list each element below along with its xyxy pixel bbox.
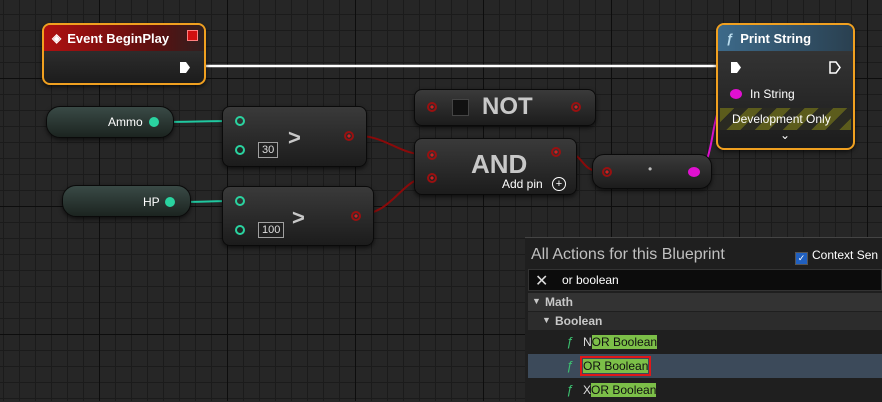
- context-sensitive-label: Context Sen: [812, 248, 879, 262]
- search-value[interactable]: or boolean: [562, 273, 619, 287]
- hp-label: HP: [143, 195, 160, 209]
- ammo-variable-node[interactable]: Ammo: [46, 106, 174, 138]
- action-or-boolean[interactable]: ƒ OR Boolean: [528, 354, 882, 378]
- category-math-label: Math: [545, 295, 573, 309]
- print-title: Print String: [740, 30, 812, 46]
- add-pin-label[interactable]: Add pin: [502, 177, 543, 191]
- category-boolean-label: Boolean: [555, 314, 603, 328]
- chevron-down-icon[interactable]: ⌄: [780, 128, 790, 142]
- in-string-label: In String: [750, 87, 795, 101]
- context-sensitive-toggle[interactable]: ✓ Context Sen: [795, 248, 878, 265]
- not-node[interactable]: NOT: [414, 89, 596, 126]
- ammo-label: Ammo: [108, 115, 143, 129]
- greater-than-node-2[interactable]: 100 >: [222, 186, 374, 246]
- cmp2-operator: >: [292, 205, 305, 230]
- function-icon: ƒ: [566, 334, 574, 349]
- print-string-node[interactable]: ƒ Print String In String Development Onl…: [716, 23, 855, 150]
- cmp2-value[interactable]: 100: [258, 222, 285, 238]
- development-only-label: Development Only: [732, 112, 831, 126]
- action-label: NOR Boolean: [583, 335, 658, 349]
- collapse-icon[interactable]: ▼: [532, 296, 541, 306]
- event-beginplay-node[interactable]: ◈ Event BeginPlay: [42, 23, 206, 85]
- action-label: XOR Boolean: [583, 383, 657, 397]
- in-string-pin[interactable]: [730, 89, 742, 99]
- exec-out-pin[interactable]: [829, 61, 841, 74]
- greater-than-node-1[interactable]: 30 >: [222, 106, 367, 167]
- search-input[interactable]: ✕ or boolean: [528, 269, 882, 291]
- not-checkbox[interactable]: [452, 99, 469, 116]
- and-b-pin[interactable]: [427, 173, 437, 183]
- and-title: AND: [471, 149, 528, 179]
- action-nor-boolean[interactable]: ƒ NOR Boolean: [528, 330, 882, 354]
- hp-variable-node[interactable]: HP: [62, 185, 191, 217]
- not-in-pin[interactable]: [427, 102, 437, 112]
- and-out-pin[interactable]: [551, 147, 561, 157]
- ammo-out-pin[interactable]: [149, 117, 159, 127]
- not-out-pin[interactable]: [571, 102, 581, 112]
- not-title: NOT: [482, 93, 533, 120]
- function-icon: ƒ: [726, 30, 734, 46]
- cmp1-out-pin[interactable]: [344, 131, 354, 141]
- function-icon: ƒ: [566, 358, 574, 373]
- and-node[interactable]: AND Add pin +: [414, 138, 577, 195]
- panel-title: All Actions for this Blueprint: [531, 246, 725, 263]
- category-math[interactable]: ▼ Math: [528, 293, 882, 311]
- event-title: Event BeginPlay: [67, 30, 170, 46]
- conversion-in-pin[interactable]: [602, 167, 612, 177]
- cmp1-value[interactable]: 30: [258, 142, 279, 158]
- category-boolean[interactable]: ▼ Boolean: [528, 312, 882, 330]
- and-a-pin[interactable]: [427, 150, 437, 160]
- cmp1-a-pin[interactable]: [235, 116, 245, 126]
- event-close-icon: [187, 30, 198, 41]
- checkbox-icon[interactable]: ✓: [795, 252, 808, 265]
- function-icon: ƒ: [566, 382, 574, 397]
- conversion-dot: •: [648, 162, 653, 176]
- event-icon: ◈: [52, 31, 62, 45]
- add-pin-icon[interactable]: +: [552, 177, 566, 191]
- exec-out-pin[interactable]: [179, 61, 191, 74]
- cmp1-operator: >: [288, 125, 301, 150]
- conversion-node[interactable]: •: [592, 154, 712, 189]
- cmp2-a-pin[interactable]: [235, 196, 245, 206]
- cmp1-b-pin[interactable]: [235, 145, 245, 155]
- exec-in-pin[interactable]: [730, 61, 742, 74]
- hp-out-pin[interactable]: [165, 197, 175, 207]
- cmp2-b-pin[interactable]: [235, 225, 245, 235]
- conversion-out-pin[interactable]: [688, 167, 700, 177]
- cmp2-out-pin[interactable]: [351, 211, 361, 221]
- clear-icon[interactable]: ✕: [535, 271, 548, 291]
- action-label: OR Boolean: [579, 356, 652, 376]
- action-menu-panel: All Actions for this Blueprint ✓ Context …: [525, 237, 882, 402]
- action-xor-boolean[interactable]: ƒ XOR Boolean: [528, 378, 882, 402]
- collapse-icon[interactable]: ▼: [542, 315, 551, 325]
